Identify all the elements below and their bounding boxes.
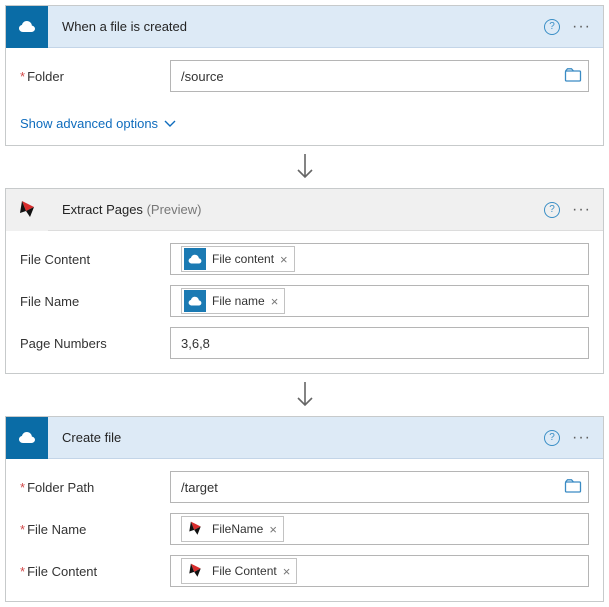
- file-content-label: File Content: [20, 252, 170, 267]
- step-when-file-created: When a file is created ? ··· Folder /sou…: [5, 5, 604, 146]
- cloud-icon: [184, 290, 206, 312]
- page-numbers-label: Page Numbers: [20, 336, 170, 351]
- file-content-input[interactable]: File content ×: [170, 243, 589, 275]
- filename-token[interactable]: FileName ×: [181, 516, 284, 542]
- aquaforest-icon: [184, 518, 206, 540]
- file-name-label: File Name: [20, 294, 170, 309]
- cloud-icon: [6, 417, 48, 459]
- help-icon[interactable]: ?: [544, 202, 560, 218]
- step-title: Create file: [48, 430, 544, 445]
- file-content-input[interactable]: File Content ×: [170, 555, 589, 587]
- step-create-file: Create file ? ··· Folder Path /target Fi…: [5, 416, 604, 602]
- step-title: When a file is created: [48, 19, 544, 34]
- more-icon[interactable]: ···: [570, 18, 593, 36]
- show-advanced-options[interactable]: Show advanced options: [20, 116, 176, 131]
- step-header[interactable]: Create file ? ···: [6, 417, 603, 459]
- connector-arrow: [5, 146, 604, 188]
- chevron-down-icon: [164, 120, 176, 128]
- folder-label: Folder: [20, 69, 170, 84]
- folder-path-label: Folder Path: [20, 480, 170, 495]
- help-icon[interactable]: ?: [544, 430, 560, 446]
- cloud-icon: [6, 6, 48, 48]
- aquaforest-icon: [184, 560, 206, 582]
- aquaforest-icon: [6, 189, 48, 231]
- connector-arrow: [5, 374, 604, 416]
- file-name-input[interactable]: File name ×: [170, 285, 589, 317]
- step-extract-pages: Extract Pages (Preview) ? ··· File Conte…: [5, 188, 604, 374]
- step-header[interactable]: When a file is created ? ···: [6, 6, 603, 48]
- remove-token-icon[interactable]: ×: [271, 294, 279, 309]
- file-content-label: File Content: [20, 564, 170, 579]
- page-numbers-input[interactable]: 3,6,8: [170, 327, 589, 359]
- file-name-input[interactable]: FileName ×: [170, 513, 589, 545]
- file-name-label: File Name: [20, 522, 170, 537]
- remove-token-icon[interactable]: ×: [280, 252, 288, 267]
- folder-picker-icon[interactable]: [564, 478, 582, 497]
- remove-token-icon[interactable]: ×: [269, 522, 277, 537]
- folder-picker-icon[interactable]: [564, 67, 582, 86]
- folder-input[interactable]: /source: [170, 60, 589, 92]
- help-icon[interactable]: ?: [544, 19, 560, 35]
- folder-path-input[interactable]: /target: [170, 471, 589, 503]
- step-title: Extract Pages (Preview): [48, 202, 544, 217]
- more-icon[interactable]: ···: [570, 429, 593, 447]
- step-header[interactable]: Extract Pages (Preview) ? ···: [6, 189, 603, 231]
- folder-value: /source: [181, 69, 224, 84]
- file-content-token[interactable]: File content ×: [181, 246, 295, 272]
- cloud-icon: [184, 248, 206, 270]
- filecontent-token[interactable]: File Content ×: [181, 558, 297, 584]
- file-name-token[interactable]: File name ×: [181, 288, 285, 314]
- remove-token-icon[interactable]: ×: [283, 564, 291, 579]
- more-icon[interactable]: ···: [570, 201, 593, 219]
